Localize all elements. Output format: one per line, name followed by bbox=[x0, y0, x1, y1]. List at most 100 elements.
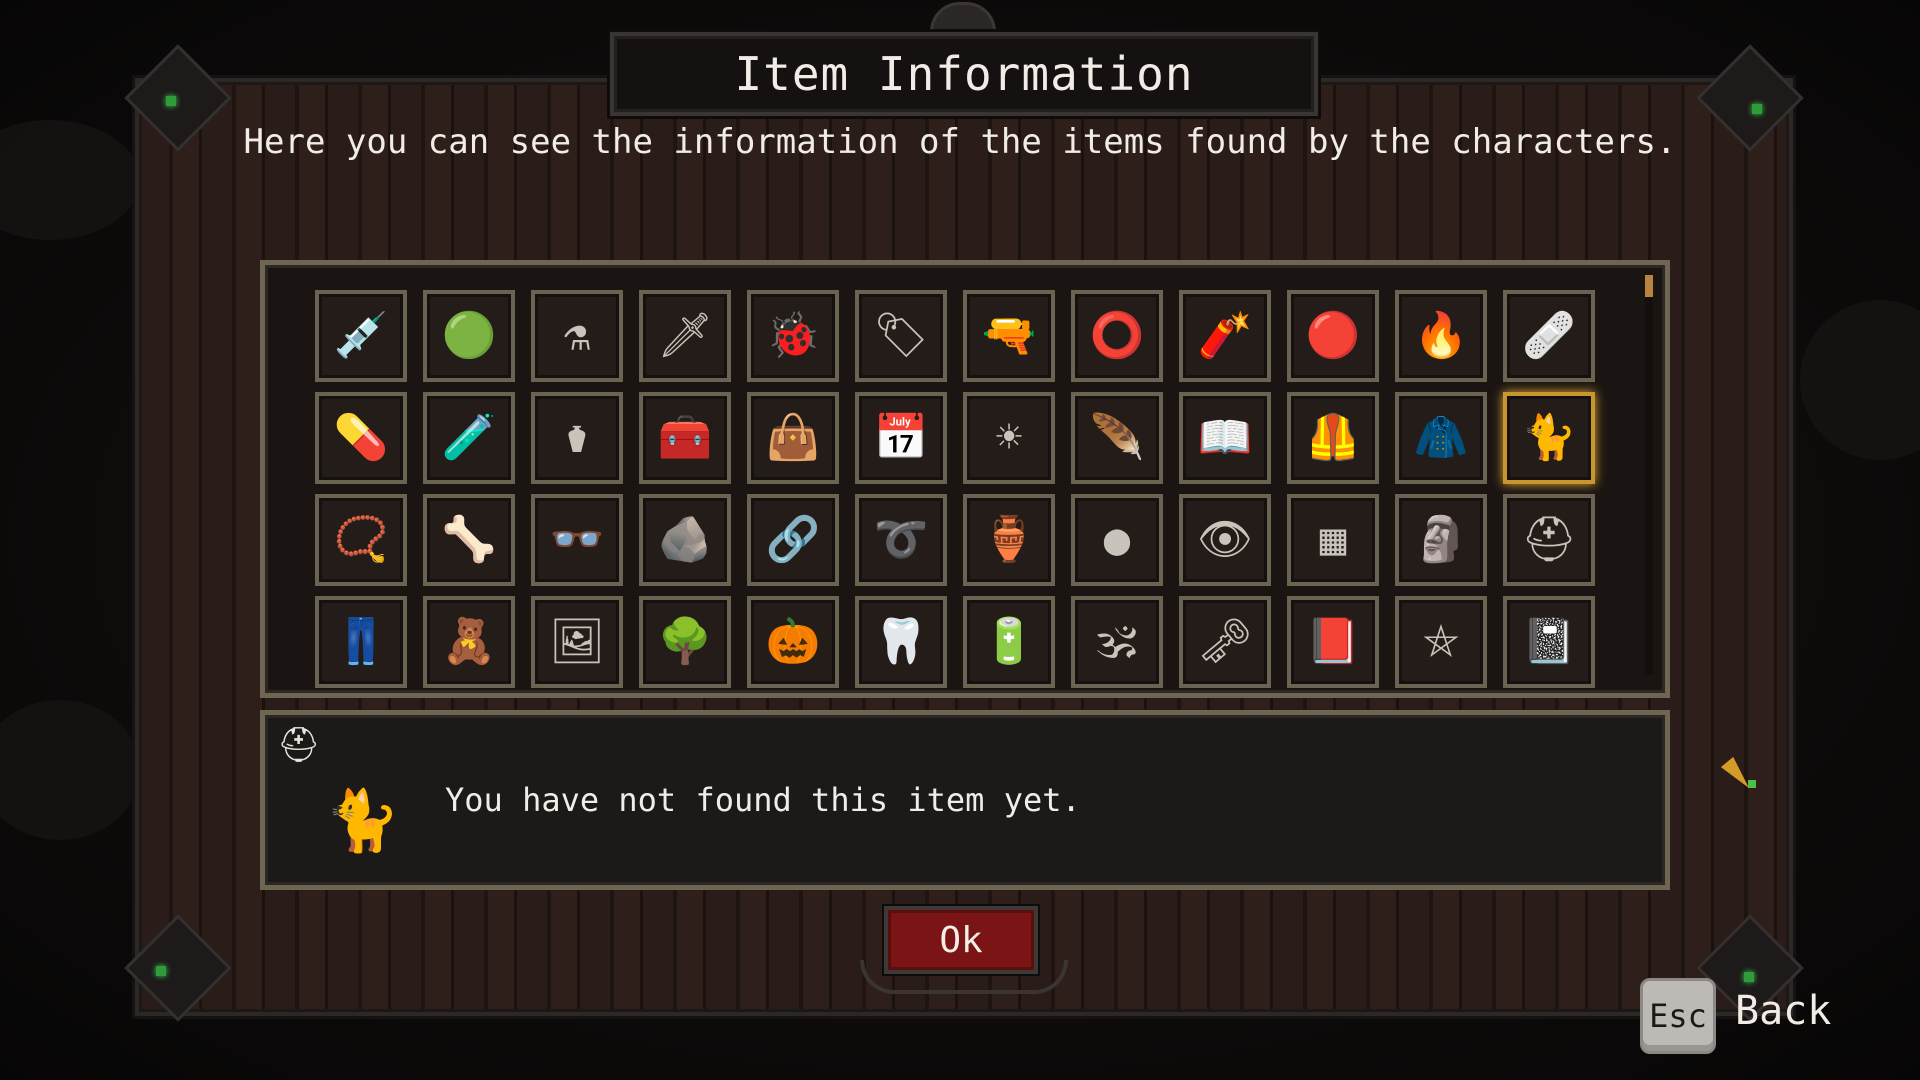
grimoire-icon: 📕 bbox=[1305, 616, 1361, 667]
item-slot[interactable]: 📖 bbox=[1179, 392, 1271, 484]
cloth-icon: ▦ bbox=[1319, 514, 1347, 565]
game-screen: Item Information Here you can see the in… bbox=[0, 0, 1920, 1080]
item-slot[interactable]: 🔴 bbox=[1287, 290, 1379, 382]
item-description-box: ⛑ 🐈 You have not found this item yet. bbox=[260, 710, 1670, 890]
first-aid-kit-icon: 🧰 bbox=[657, 412, 713, 463]
item-slot[interactable]: 👜 bbox=[747, 392, 839, 484]
item-slot[interactable]: 🦺 bbox=[1287, 392, 1379, 484]
item-slot[interactable]: 👖 bbox=[315, 596, 407, 688]
scrollbar-thumb[interactable] bbox=[1645, 275, 1653, 297]
esc-key-icon[interactable]: Esc bbox=[1640, 978, 1716, 1054]
sun-medallion-icon: ☀ bbox=[995, 412, 1023, 463]
item-slot[interactable]: 🧪 bbox=[423, 392, 515, 484]
item-slot[interactable]: 🪶 bbox=[1071, 392, 1163, 484]
scrollbar[interactable] bbox=[1645, 275, 1653, 675]
green-gem-amulet-icon: 🟢 bbox=[441, 310, 497, 361]
medic-bag-icon: 👜 bbox=[765, 412, 821, 463]
potion-flasks-icon: ⚗ bbox=[563, 310, 591, 361]
medicine-bottle-icon: 💊 bbox=[333, 412, 389, 463]
dialog-title: Item Information bbox=[734, 47, 1194, 101]
item-slot[interactable]: 📕 bbox=[1287, 596, 1379, 688]
item-slot[interactable]: 🔗 bbox=[747, 494, 839, 586]
bracelet-icon: ⭕ bbox=[1089, 310, 1145, 361]
item-description: You have not found this item yet. bbox=[445, 781, 1081, 819]
item-slot[interactable]: 🦷 bbox=[855, 596, 947, 688]
item-slot[interactable]: ⭕ bbox=[1071, 290, 1163, 382]
rock-icon: ● bbox=[1103, 514, 1131, 565]
sarcophagus-icon: ⚱ bbox=[563, 412, 591, 463]
cat-figurine-icon: 🐈 bbox=[1521, 412, 1577, 463]
item-slot[interactable]: ➰ bbox=[855, 494, 947, 586]
item-slot[interactable]: 🐈 bbox=[1503, 392, 1595, 484]
item-slot[interactable]: 🔥 bbox=[1395, 290, 1487, 382]
teddy-bear-icon: 🧸 bbox=[441, 616, 497, 667]
rock-pile-icon: 🪨 bbox=[657, 514, 713, 565]
vest-icon: 🦺 bbox=[1305, 412, 1361, 463]
item-slot[interactable]: 🎃 bbox=[747, 596, 839, 688]
pumpkin-icon: 🎃 bbox=[765, 616, 821, 667]
item-slot[interactable]: 🐞 bbox=[747, 290, 839, 382]
item-slot[interactable]: 📿 bbox=[315, 494, 407, 586]
item-slot[interactable]: 🩹 bbox=[1503, 290, 1595, 382]
pentagram-book-icon: ⛤ bbox=[1423, 616, 1459, 667]
item-slot[interactable]: 🌳 bbox=[639, 596, 731, 688]
feather-icon: 🪶 bbox=[1089, 412, 1145, 463]
claw-icon: 🦴 bbox=[441, 514, 497, 565]
ok-button[interactable]: Ok bbox=[884, 906, 1038, 974]
dog-tag-icon: 🏷 bbox=[873, 310, 929, 361]
lighter-icon: 🔥 bbox=[1413, 310, 1469, 361]
trousers-icon: 👖 bbox=[333, 616, 389, 667]
item-slot[interactable]: 🕉 bbox=[1071, 596, 1163, 688]
item-grid: 💉 🟢 ⚗ 🗡 🐞 🏷 🔫 ⭕ 🧨 🔴 🔥 🩹 💊 🧪 ⚱ 🧰 👜 📅 ☀ 🪶 📖 🦺 🧥 🐈 📿 🦴 👓 🪨 🔗 ➰ 🏺 ● 👁 ▦ 🗿 ⛑ 👖 🧸 🖼 🌳… bbox=[315, 290, 1595, 688]
battery-icon: 🔋 bbox=[981, 616, 1037, 667]
item-slot[interactable]: ⛑ bbox=[1503, 494, 1595, 586]
back-label[interactable]: Back bbox=[1735, 988, 1831, 1034]
item-slot[interactable]: 🧸 bbox=[423, 596, 515, 688]
item-slot[interactable]: 💊 bbox=[315, 392, 407, 484]
helmet-icon: ⛑ bbox=[1521, 514, 1577, 565]
item-slot[interactable]: 🔫 bbox=[963, 290, 1055, 382]
selected-item-preview-icon: 🐈 bbox=[325, 786, 400, 856]
character-portrait-icon: ⛑ bbox=[277, 725, 321, 765]
tree-icon: 🌳 bbox=[657, 616, 713, 667]
item-slot[interactable]: 👓 bbox=[531, 494, 623, 586]
item-slot[interactable]: 🧰 bbox=[639, 392, 731, 484]
book-icon: 📖 bbox=[1197, 412, 1253, 463]
item-slot[interactable]: 📅 bbox=[855, 392, 947, 484]
picture-frame-icon: 🖼 bbox=[549, 616, 605, 667]
item-slot[interactable]: 👁 bbox=[1179, 494, 1271, 586]
item-slot[interactable]: 🖼 bbox=[531, 596, 623, 688]
gem-icon bbox=[1744, 972, 1754, 982]
gem-icon bbox=[1752, 104, 1762, 114]
item-slot[interactable]: ⛤ bbox=[1395, 596, 1487, 688]
eyeball-icon: 👁 bbox=[1197, 514, 1253, 565]
item-slot[interactable]: 💉 bbox=[315, 290, 407, 382]
item-slot[interactable]: ● bbox=[1071, 494, 1163, 586]
item-slot[interactable]: 🗡 bbox=[639, 290, 731, 382]
item-slot[interactable]: ⚗ bbox=[531, 290, 623, 382]
item-slot[interactable]: ⚱ bbox=[531, 392, 623, 484]
red-button-icon: 🔴 bbox=[1305, 310, 1361, 361]
background-foliage bbox=[1800, 300, 1920, 460]
item-slot[interactable]: 🧥 bbox=[1395, 392, 1487, 484]
necklace-icon: 🔗 bbox=[765, 514, 821, 565]
shotgun-icon: 🔫 bbox=[981, 310, 1037, 361]
item-slot[interactable]: 🟢 bbox=[423, 290, 515, 382]
rosary-icon: 📿 bbox=[333, 514, 389, 565]
item-slot[interactable]: 📓 bbox=[1503, 596, 1595, 688]
item-slot[interactable]: ▦ bbox=[1287, 494, 1379, 586]
item-slot[interactable]: 🔋 bbox=[963, 596, 1055, 688]
cursor-tip bbox=[1748, 780, 1756, 788]
vase-icon: 🏺 bbox=[981, 514, 1037, 565]
item-slot[interactable]: 🧨 bbox=[1179, 290, 1271, 382]
item-slot[interactable]: ☀ bbox=[963, 392, 1055, 484]
item-slot[interactable]: 🗝 bbox=[1179, 596, 1271, 688]
item-slot[interactable]: 🦴 bbox=[423, 494, 515, 586]
item-slot[interactable]: 🗿 bbox=[1395, 494, 1487, 586]
item-slot[interactable]: 🏺 bbox=[963, 494, 1055, 586]
rune-book-icon: 📓 bbox=[1521, 616, 1577, 667]
key-icon: 🗝 bbox=[1197, 616, 1253, 667]
syringe-icon: 💉 bbox=[333, 310, 389, 361]
item-slot[interactable]: 🪨 bbox=[639, 494, 731, 586]
item-slot[interactable]: 🏷 bbox=[855, 290, 947, 382]
